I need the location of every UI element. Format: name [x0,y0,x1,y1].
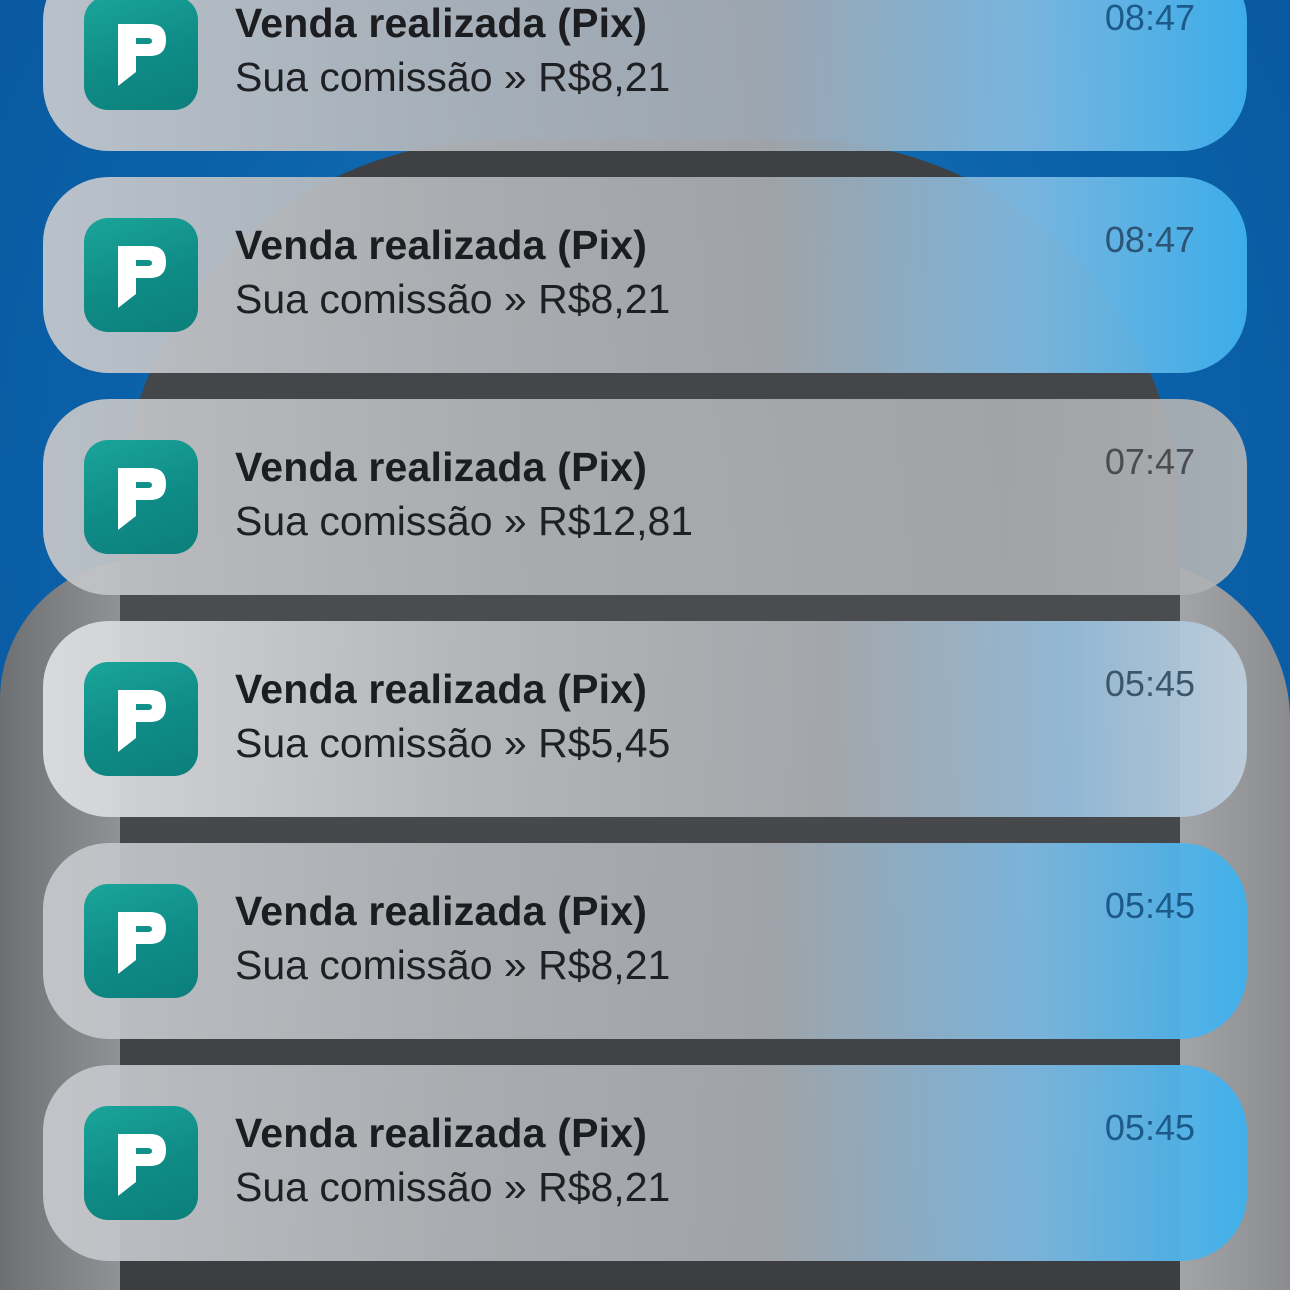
p-logo-icon [84,662,198,776]
notification-card[interactable]: Venda realizada (Pix) Sua comissão » R$8… [43,0,1247,151]
notification-time: 07:47 [1104,441,1195,482]
notification-body: Sua comissão » R$12,81 [235,498,694,544]
notification-body: Sua comissão » R$8,21 [235,1164,671,1210]
notification-card[interactable]: Venda realizada (Pix) Sua comissão » R$8… [43,843,1247,1039]
p-logo-icon [84,218,198,332]
p-logo-icon [84,884,198,998]
notification-time: 05:45 [1104,663,1195,704]
notification-card[interactable]: Venda realizada (Pix) Sua comissão » R$8… [43,177,1247,373]
notification-card[interactable]: Venda realizada (Pix) Sua comissão » R$5… [43,621,1247,817]
p-logo-icon [84,440,198,554]
notification-title: Venda realizada (Pix) [235,666,648,712]
notification-title: Venda realizada (Pix) [235,1110,648,1156]
notification-title: Venda realizada (Pix) [235,888,648,934]
notification-body: Sua comissão » R$5,45 [235,720,671,766]
notification-title: Venda realizada (Pix) [235,222,648,268]
notification-body: Sua comissão » R$8,21 [235,942,671,988]
notification-card[interactable]: Venda realizada (Pix) Sua comissão » R$1… [43,399,1247,595]
notification-title: Venda realizada (Pix) [235,0,648,46]
notification-time: 05:45 [1104,885,1195,926]
notification-title: Venda realizada (Pix) [235,444,648,490]
notification-body: Sua comissão » R$8,21 [235,54,671,100]
p-logo-icon [84,0,198,110]
notification-body: Sua comissão » R$8,21 [235,276,671,322]
p-logo-icon [84,1106,198,1220]
notification-time: 05:45 [1104,1107,1195,1148]
notification-time: 08:47 [1104,0,1195,38]
notification-time: 08:47 [1104,219,1195,260]
notification-card[interactable]: Venda realizada (Pix) Sua comissão » R$8… [43,1065,1247,1261]
